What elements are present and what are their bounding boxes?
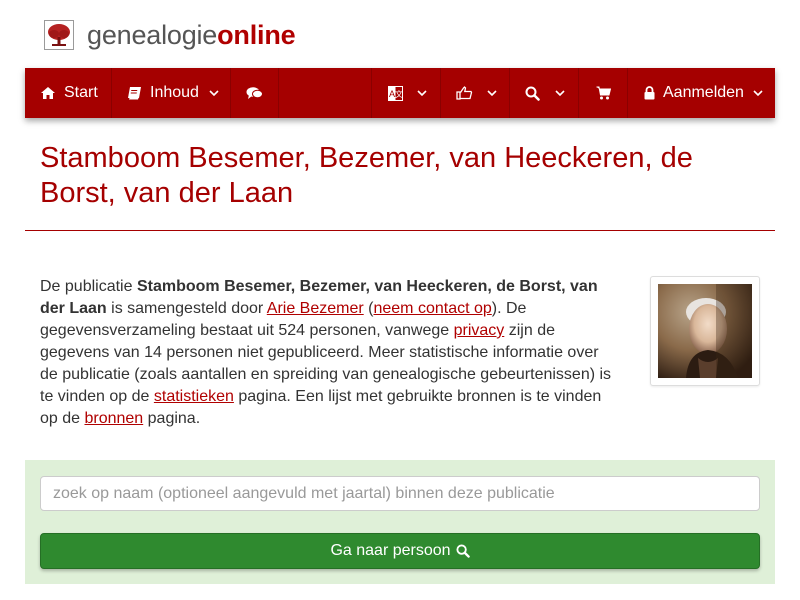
go-to-person-button-label: Ga naar persoon [330, 542, 451, 559]
page-title: Stamboom Besemer, Bezemer, van Heeckeren… [40, 142, 693, 209]
thumbs-up-icon [456, 86, 473, 100]
nav-inhoud[interactable]: Inhoud [112, 68, 231, 118]
chevron-down-icon [417, 89, 427, 97]
nav-inhoud-label: Inhoud [150, 84, 199, 101]
nav-cart[interactable] [579, 68, 628, 118]
language-icon: A文 [388, 85, 403, 101]
site-name-part1: genealogie [87, 20, 218, 50]
person-search-input[interactable] [40, 476, 760, 511]
svg-text:文: 文 [395, 89, 403, 99]
title-divider [25, 230, 775, 231]
nav-language[interactable]: A文 [372, 68, 441, 118]
author-photo[interactable] [650, 276, 760, 386]
tree-icon [44, 20, 74, 50]
intro-text: pagina. [143, 410, 201, 427]
nav-search[interactable] [510, 68, 579, 118]
chevron-down-icon [209, 89, 219, 97]
search-icon [455, 544, 470, 558]
site-name: genealogieonline [87, 20, 296, 50]
nav-like[interactable] [441, 68, 510, 118]
nav-login[interactable]: Aanmelden [628, 68, 775, 118]
search-icon [525, 86, 540, 101]
intro-text: is samengesteld door [106, 300, 267, 317]
cart-icon [596, 86, 611, 100]
site-logo[interactable]: genealogieonline [44, 18, 296, 52]
nav-start-label: Start [64, 84, 98, 101]
nav-start[interactable]: Start [25, 68, 112, 118]
author-portrait-image [658, 284, 752, 378]
main-navbar: Start Inhoud A文 Aanmelden [25, 68, 775, 118]
nav-login-label: Aanmelden [663, 84, 744, 101]
book-icon [127, 86, 142, 100]
home-icon [40, 86, 56, 100]
chevron-down-icon [753, 89, 763, 97]
intro-text: De publicatie [40, 278, 137, 295]
chevron-down-icon [487, 89, 497, 97]
nav-spacer [279, 68, 372, 118]
person-search-panel: Ga naar persoon [25, 460, 775, 584]
author-link[interactable]: Arie Bezemer [267, 300, 364, 317]
statistics-link[interactable]: statistieken [154, 388, 234, 405]
sources-link[interactable]: bronnen [84, 410, 143, 427]
nav-chat[interactable] [231, 68, 279, 118]
privacy-link[interactable]: privacy [454, 322, 505, 339]
site-name-part2: online [217, 20, 296, 50]
chevron-down-icon [555, 89, 565, 97]
contact-link[interactable]: neem contact op [373, 300, 491, 317]
publication-description: De publicatie Stamboom Besemer, Bezemer,… [40, 276, 615, 430]
go-to-person-button[interactable]: Ga naar persoon [40, 533, 760, 569]
lock-icon [644, 86, 655, 100]
comments-icon [246, 86, 263, 100]
